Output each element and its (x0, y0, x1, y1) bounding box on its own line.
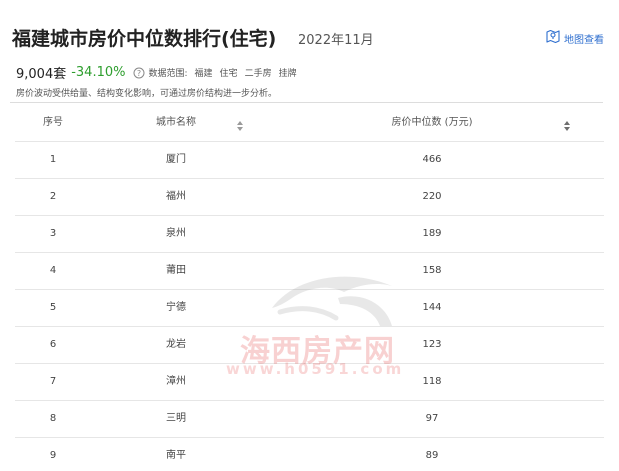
price-cell: 144 (422, 302, 442, 313)
ranking-page: 福建城市房价中位数排行(住宅) 2022年11月 地图查看 9,004套 -34… (0, 0, 619, 471)
rank-cell: 9 (49, 450, 57, 461)
table-row[interactable]: 3 泉州 189 (15, 216, 604, 253)
table-row[interactable]: 2 福州 220 (15, 179, 604, 216)
table-row[interactable]: 8 三明 97 (15, 401, 604, 438)
price-cell: 118 (422, 376, 442, 387)
scope-tag-source: 挂牌 (278, 69, 297, 79)
price-cell: 189 (422, 228, 442, 239)
price-change: -34.10% (71, 65, 126, 80)
scope-tag-market: 二手房 (244, 69, 272, 79)
city-cell: 南平 (166, 450, 186, 461)
rank-cell: 8 (49, 413, 57, 424)
info-icon[interactable]: ? (133, 67, 145, 79)
table-row[interactable]: 7 漳州 118 (15, 364, 604, 401)
map-view-label: 地图查看 (564, 34, 604, 46)
scope-label: 数据范围: (148, 69, 188, 79)
period-label: 2022年11月 (298, 33, 374, 48)
table-row[interactable]: 1 厦门 466 (15, 142, 604, 179)
listing-count: 9,004套 (16, 67, 67, 82)
header-price: 房价中位数 (万元) (391, 117, 473, 128)
map-view-link[interactable]: 地图查看 (545, 28, 604, 48)
city-cell: 漳州 (166, 376, 186, 387)
header-divider (10, 102, 603, 103)
header-city: 城市名称 (156, 117, 196, 128)
city-cell: 宁德 (166, 302, 186, 313)
city-cell: 福州 (166, 191, 186, 202)
svg-text:?: ? (137, 69, 141, 78)
table-row[interactable]: 9 南平 89 (15, 438, 604, 471)
table-row[interactable]: 4 莆田 158 (15, 253, 604, 290)
rank-cell: 2 (49, 191, 57, 202)
price-cell: 158 (422, 265, 442, 276)
scope-tag-type: 住宅 (219, 69, 238, 79)
city-cell: 龙岩 (166, 339, 186, 350)
table-row[interactable]: 5 宁德 144 (15, 290, 604, 327)
price-cell: 89 (425, 450, 439, 461)
table-header: 序号 城市名称 房价中位数 (万元) (15, 105, 604, 142)
sort-icon[interactable] (563, 117, 571, 136)
price-cell: 466 (422, 154, 442, 165)
rank-cell: 3 (49, 228, 57, 239)
rank-cell: 5 (49, 302, 57, 313)
page-header: 福建城市房价中位数排行(住宅) 2022年11月 地图查看 (10, 24, 609, 54)
header-rank: 序号 (43, 117, 63, 128)
city-cell: 三明 (166, 413, 186, 424)
rank-cell: 7 (49, 376, 57, 387)
city-cell: 泉州 (166, 228, 186, 239)
price-cell: 97 (425, 413, 439, 424)
price-cell: 220 (422, 191, 442, 202)
city-cell: 厦门 (166, 154, 186, 165)
price-cell: 123 (422, 339, 442, 350)
sort-icon[interactable] (236, 117, 244, 136)
rank-cell: 1 (49, 154, 57, 165)
map-pin-icon (545, 28, 561, 48)
page-title: 福建城市房价中位数排行(住宅) (12, 28, 277, 50)
scope-tag-region: 福建 (194, 69, 213, 79)
analysis-note: 房价波动受供给量、结构变化影响，可通过房价结构进一步分析。 (16, 89, 278, 99)
rank-cell: 4 (49, 265, 57, 276)
summary-stats: 9,004套 -34.10% ? 数据范围: 福建 住宅 二手房 挂牌 (16, 63, 297, 82)
ranking-table: 序号 城市名称 房价中位数 (万元) 1 厦门 466 2 福州 220 3 泉… (15, 105, 604, 471)
rank-cell: 6 (49, 339, 57, 350)
city-cell: 莆田 (166, 265, 186, 276)
table-row[interactable]: 6 龙岩 123 (15, 327, 604, 364)
